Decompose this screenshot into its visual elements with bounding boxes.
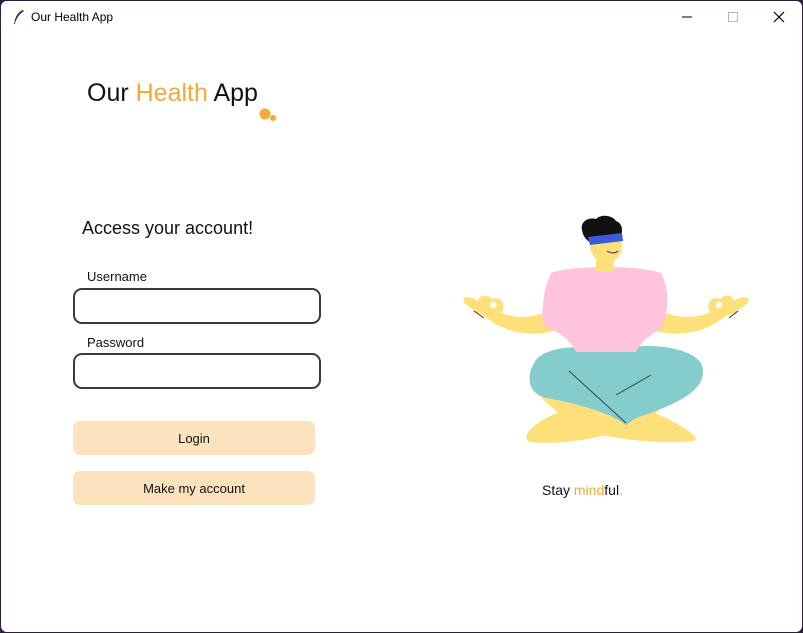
- tagline-mind: mind: [573, 482, 605, 498]
- make-account-button[interactable]: Make my account: [73, 471, 315, 505]
- maximize-button[interactable]: [710, 1, 756, 32]
- tagline: Stay mindful.: [542, 482, 623, 498]
- tagline-stay: Stay: [542, 482, 574, 498]
- minimize-icon: [682, 16, 692, 17]
- form-heading: Access your account!: [82, 218, 254, 238]
- title-bar: Our Health App: [1, 1, 802, 32]
- logo-text-app: App: [207, 79, 258, 107]
- meditation-illustration: [463, 215, 749, 443]
- feather-icon: [14, 10, 24, 24]
- username-field-box: [73, 288, 321, 324]
- app-logo: Our Health App: [87, 79, 258, 108]
- username-input[interactable]: [75, 290, 319, 322]
- logo-text-health: Health: [135, 79, 208, 107]
- close-icon: [773, 11, 785, 22]
- tagline-ful: ful: [604, 482, 620, 498]
- logo-text-our: Our: [87, 79, 136, 107]
- minimize-button[interactable]: [664, 1, 710, 32]
- tagline-dot: .: [619, 482, 623, 498]
- maximize-icon: [728, 11, 738, 22]
- logo-dots-icon: [259, 108, 276, 121]
- app-window: Our Health App Our Health App Access you…: [1, 1, 802, 632]
- password-input[interactable]: [75, 355, 319, 387]
- password-field-box: [73, 353, 321, 389]
- username-label: Username: [87, 269, 147, 284]
- window-title: Our Health App: [31, 10, 114, 24]
- close-button[interactable]: [756, 1, 802, 32]
- login-button[interactable]: Login: [73, 421, 315, 455]
- password-label: Password: [87, 335, 145, 350]
